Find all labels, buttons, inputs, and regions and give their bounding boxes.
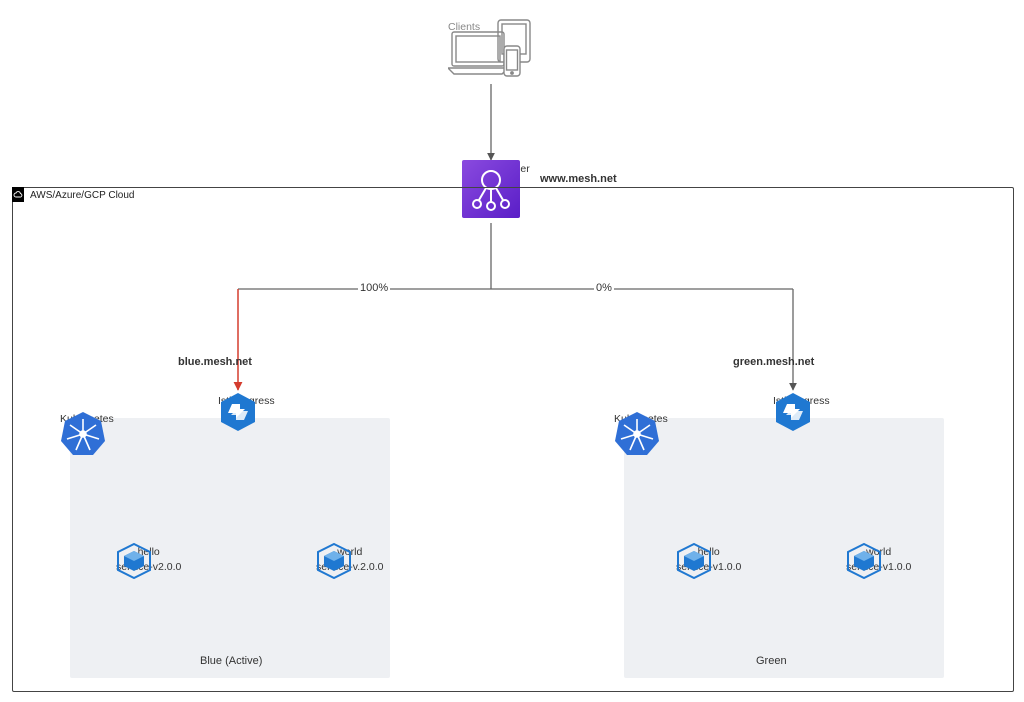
load-balancer-node: Load Balancer (462, 160, 530, 175)
service-icon (846, 543, 882, 579)
lb-domain-label: www.mesh.net (540, 173, 617, 185)
traffic-left-label: 100% (358, 282, 390, 294)
green-env-title: Green (756, 655, 787, 667)
kubernetes-icon (60, 410, 106, 456)
cloud-label: AWS/Azure/GCP Cloud (30, 190, 134, 201)
traffic-right-label: 0% (594, 282, 614, 294)
green-domain-label: green.mesh.net (733, 356, 814, 368)
clients-node: Clients (448, 18, 480, 33)
k8s-node-blue: Kubernetes (60, 410, 114, 425)
istio-icon (773, 392, 813, 432)
cloud-icon (12, 187, 24, 202)
architecture-diagram: Clients Load Balancer www.mesh.net (0, 0, 1024, 702)
service-icon (676, 543, 712, 579)
service-icon (116, 543, 152, 579)
blue-domain-label: blue.mesh.net (178, 356, 252, 368)
devices-icon (448, 18, 538, 80)
green-env-box (624, 418, 944, 678)
service-icon (316, 543, 352, 579)
blue-env-title: Blue (Active) (200, 655, 262, 667)
k8s-node-green: Kubernetes (614, 410, 668, 425)
kubernetes-icon (614, 410, 660, 456)
istio-icon (218, 392, 258, 432)
